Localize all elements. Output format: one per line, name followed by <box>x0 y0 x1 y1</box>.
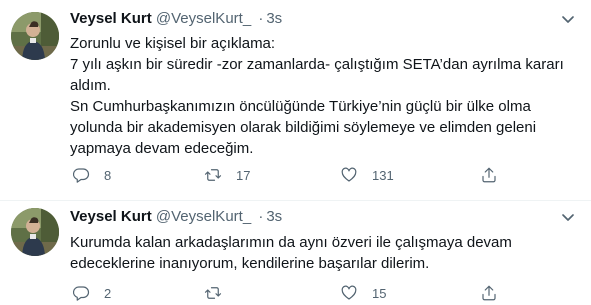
author-name[interactable]: Veysel Kurt <box>70 208 152 225</box>
reply-button[interactable]: 2 <box>72 283 111 303</box>
reply-count: 2 <box>104 285 112 301</box>
chevron-down-icon[interactable] <box>559 10 577 28</box>
like-button[interactable]: 15 <box>340 283 386 303</box>
reply-icon <box>72 168 90 183</box>
tweet-header: Veysel Kurt @VeyselKurt_ · 3s <box>70 9 282 29</box>
retweet-count: 17 <box>236 167 251 183</box>
share-button[interactable] <box>480 165 498 185</box>
like-count: 15 <box>372 285 387 301</box>
tweet-line: Zorunlu ve kişisel bir açıklama: <box>70 35 276 52</box>
tweet-actions: 2 15 <box>70 283 500 303</box>
tweet-line: Kurumda kalan arkadaşlarımın da aynı özv… <box>70 234 512 251</box>
tweet-actions: 8 17 131 <box>70 165 500 185</box>
avatar[interactable] <box>11 12 59 60</box>
tweet-line: yapmaya devam edeceğim. <box>70 140 254 157</box>
tweet-line: aldım. <box>70 77 111 94</box>
timestamp[interactable]: 3s <box>266 10 282 27</box>
tweet-1[interactable]: Veysel Kurt @VeyselKurt_ · 3s Zorunlu ve … <box>0 0 591 201</box>
like-button[interactable]: 131 <box>340 165 394 185</box>
reply-button[interactable]: 8 <box>72 165 111 185</box>
like-icon <box>341 285 357 300</box>
author-name[interactable]: Veysel Kurt <box>70 10 152 27</box>
retweet-button[interactable]: 17 <box>204 165 250 185</box>
tweet-line: Sn Cumhurbaşkanımızın öncülüğünde Türkiy… <box>70 98 531 115</box>
retweet-button[interactable] <box>204 283 236 303</box>
tweet-header: Veysel Kurt @VeyselKurt_ · 3s <box>70 207 282 227</box>
reply-count: 8 <box>104 167 112 183</box>
separator: · <box>258 10 264 27</box>
share-icon <box>482 285 496 301</box>
author-handle[interactable]: @VeyselKurt_ <box>156 10 251 27</box>
tweet-line: 7 yılı aşkın bir süredir -zor zamanlarda… <box>70 56 564 73</box>
timestamp[interactable]: 3s <box>266 208 282 225</box>
tweet-text: Kurumda kalan arkadaşlarımın da aynı özv… <box>70 232 570 274</box>
share-icon <box>482 167 496 183</box>
tweet-line: edeceklerine inanıyorum, kendilerine baş… <box>70 255 430 272</box>
tweet-text: Zorunlu ve kişisel bir açıklama: 7 yılı … <box>70 33 570 159</box>
retweet-icon <box>204 169 222 181</box>
reply-icon <box>72 286 90 301</box>
share-button[interactable] <box>480 283 498 303</box>
author-handle[interactable]: @VeyselKurt_ <box>156 208 251 225</box>
like-icon <box>341 167 357 182</box>
avatar[interactable] <box>11 208 59 256</box>
chevron-down-icon[interactable] <box>559 208 577 226</box>
tweet-line: yolunda bir akademisyen olarak bildiğimi… <box>70 119 537 136</box>
retweet-icon <box>204 287 222 299</box>
separator: · <box>258 208 264 225</box>
like-count: 131 <box>372 167 394 183</box>
